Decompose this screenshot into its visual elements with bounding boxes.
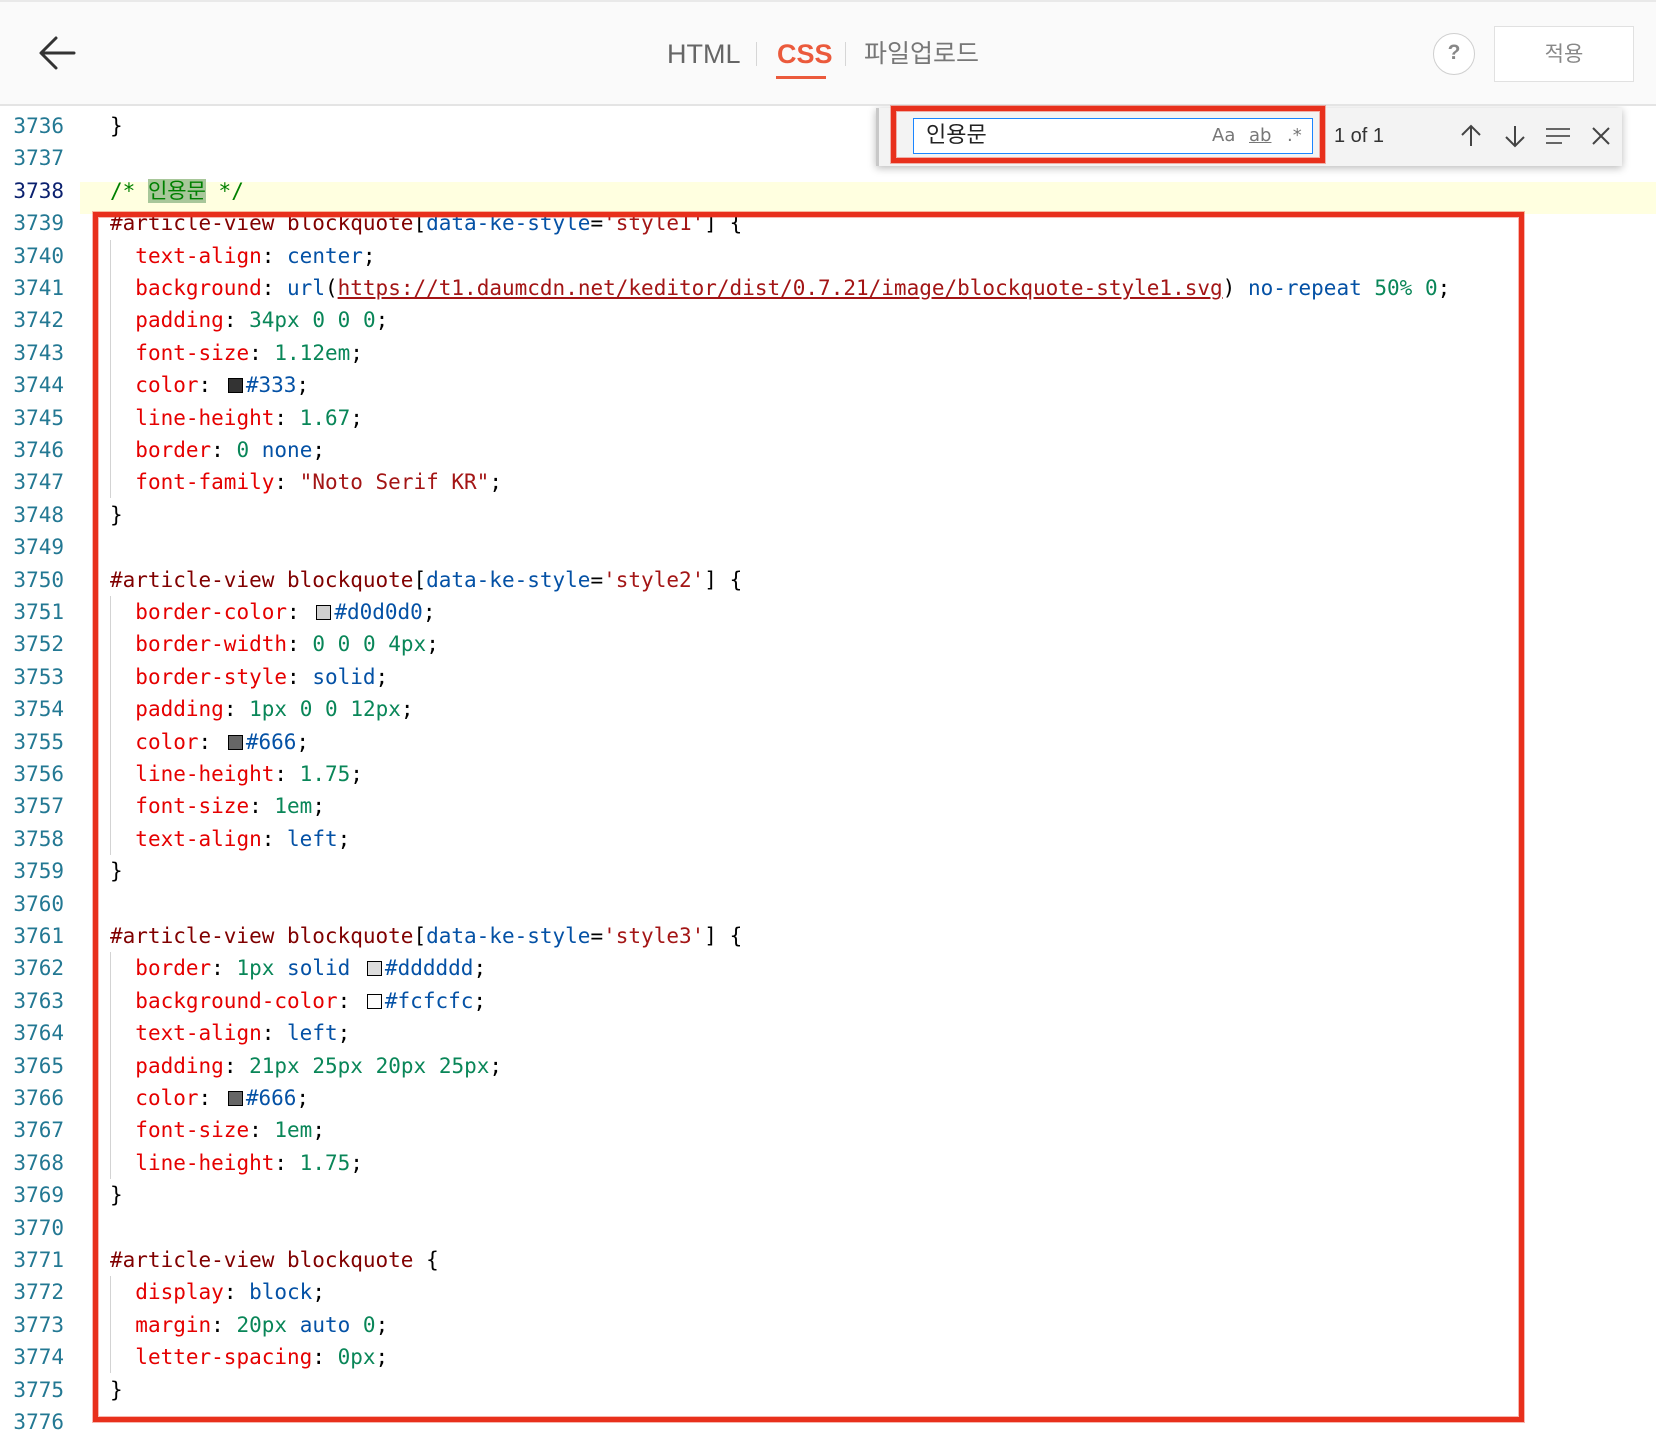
- line-number: 3754: [13, 697, 64, 721]
- line-number: 3770: [13, 1216, 64, 1240]
- line-number: 3774: [13, 1345, 64, 1369]
- line-number: 3761: [13, 924, 64, 948]
- tab-html[interactable]: HTML: [667, 36, 741, 72]
- line-number: 3759: [13, 859, 64, 883]
- line-number: 3769: [13, 1183, 64, 1207]
- line-number: 3755: [13, 730, 64, 754]
- arrow-up-icon: [1461, 124, 1481, 146]
- line-number: 3750: [13, 568, 64, 592]
- line-number: 3765: [13, 1054, 64, 1078]
- line-number: 3760: [13, 892, 64, 916]
- line-number: 3751: [13, 600, 64, 624]
- line-number-gutter: 3736 3737 3738 3739 3740 3741 3742 3743 3744 3745…: [0, 106, 80, 1434]
- code-line[interactable]: }: [110, 110, 123, 142]
- line-number: 3737: [13, 146, 64, 170]
- tab-divider: [845, 42, 846, 66]
- tab-css[interactable]: CSS: [777, 36, 833, 72]
- search-match-highlight: 인용문: [147, 179, 206, 203]
- lines-icon: [1546, 128, 1570, 144]
- line-number: 3741: [13, 276, 64, 300]
- line-number: 3758: [13, 827, 64, 851]
- line-number: 3771: [13, 1248, 64, 1272]
- arrow-down-icon: [1505, 126, 1525, 148]
- find-in-selection-button[interactable]: [1542, 120, 1574, 152]
- line-number: 3736: [13, 114, 64, 138]
- line-number: 3752: [13, 632, 64, 656]
- line-number: 3756: [13, 762, 64, 786]
- annotation-box-search: [891, 106, 1325, 163]
- apply-button[interactable]: 적용: [1494, 26, 1634, 82]
- line-number: 3740: [13, 244, 64, 268]
- annotation-box-code: [93, 212, 1524, 1422]
- line-number: 3776: [13, 1410, 64, 1434]
- line-number: 3738: [13, 179, 64, 203]
- line-number: 3763: [13, 989, 64, 1013]
- close-find-button[interactable]: [1585, 120, 1617, 152]
- match-count: 1 of 1: [1334, 125, 1385, 147]
- line-number: 3775: [13, 1378, 64, 1402]
- line-number: 3747: [13, 470, 64, 494]
- line-number: 3743: [13, 341, 64, 365]
- tab-file-upload[interactable]: 파일업로드: [864, 36, 979, 72]
- top-bar: HTML CSS 파일업로드 ? 적용: [0, 0, 1656, 106]
- close-icon: [1592, 127, 1610, 145]
- active-tab-indicator: [776, 76, 826, 79]
- line-number: 3766: [13, 1086, 64, 1110]
- line-number: 3745: [13, 406, 64, 430]
- code-line[interactable]: /* 인용문 */: [110, 175, 244, 207]
- line-number: 3768: [13, 1151, 64, 1175]
- line-number: 3748: [13, 503, 64, 527]
- line-number: 3744: [13, 373, 64, 397]
- line-number: 3764: [13, 1021, 64, 1045]
- line-number: 3742: [13, 308, 64, 332]
- line-number: 3739: [13, 211, 64, 235]
- tab-divider: [756, 42, 757, 66]
- help-button[interactable]: ?: [1433, 33, 1475, 75]
- question-icon: ?: [1447, 41, 1461, 64]
- line-number: 3757: [13, 794, 64, 818]
- line-number: 3772: [13, 1280, 64, 1304]
- editor-tabs: HTML CSS 파일업로드: [0, 0, 1656, 106]
- next-match-button[interactable]: [1499, 120, 1531, 152]
- line-number: 3767: [13, 1118, 64, 1142]
- previous-match-button[interactable]: [1455, 120, 1487, 152]
- line-number: 3749: [13, 535, 64, 559]
- line-number: 3753: [13, 665, 64, 689]
- line-number: 3762: [13, 956, 64, 980]
- line-number: 3773: [13, 1313, 64, 1337]
- line-number: 3746: [13, 438, 64, 462]
